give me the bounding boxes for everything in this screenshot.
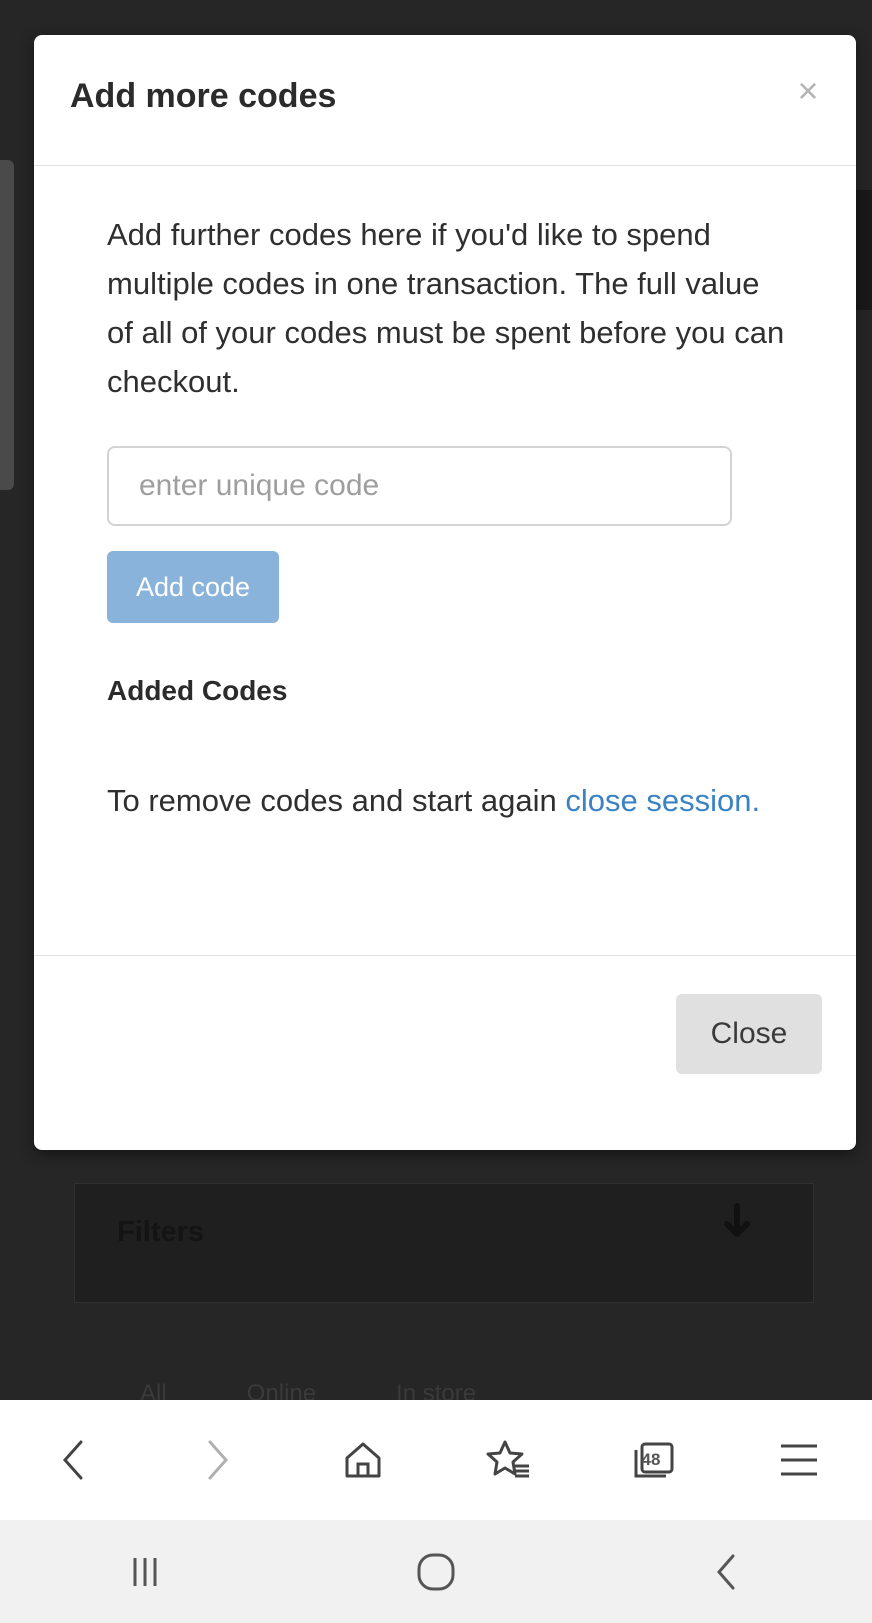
forward-arrow-icon[interactable]: [178, 1420, 258, 1500]
intro-text: Add further codes here if you'd like to …: [107, 217, 785, 399]
unique-code-input[interactable]: [107, 446, 732, 526]
modal-title: Add more codes: [70, 77, 337, 115]
back-arrow-icon[interactable]: [33, 1420, 113, 1500]
close-session-link[interactable]: close session.: [565, 783, 760, 818]
browser-toolbar: 48: [0, 1400, 872, 1520]
recent-apps-icon[interactable]: [105, 1532, 185, 1612]
bookmarks-star-icon[interactable]: [469, 1420, 549, 1500]
filters-panel: Filters: [74, 1183, 814, 1303]
remove-codes-label: To remove codes and start again: [107, 783, 566, 818]
tabs-count: 48: [641, 1450, 661, 1469]
system-back-icon[interactable]: [687, 1532, 767, 1612]
add-code-button[interactable]: Add code: [107, 551, 279, 623]
background-side-tab: [0, 160, 14, 490]
remove-codes-text: To remove codes and start again close se…: [107, 777, 787, 825]
close-x-icon[interactable]: ×: [788, 71, 828, 111]
home-circle-icon[interactable]: [396, 1532, 476, 1612]
arrow-down-icon: [724, 1203, 750, 1237]
modal-header: Add more codes ×: [34, 35, 856, 166]
close-button[interactable]: Close: [676, 994, 822, 1074]
modal-body: Add further codes here if you'd like to …: [107, 210, 787, 825]
add-codes-modal: Add more codes × Add further codes here …: [34, 35, 856, 1150]
tabs-icon[interactable]: 48: [614, 1420, 694, 1500]
added-codes-list: [107, 707, 787, 777]
home-icon[interactable]: [323, 1420, 403, 1500]
filters-label: Filters: [117, 1216, 205, 1248]
system-nav-bar: [0, 1520, 872, 1623]
modal-footer: Close: [34, 955, 856, 1151]
menu-icon[interactable]: [759, 1420, 839, 1500]
added-codes-heading: Added Codes: [107, 675, 288, 706]
